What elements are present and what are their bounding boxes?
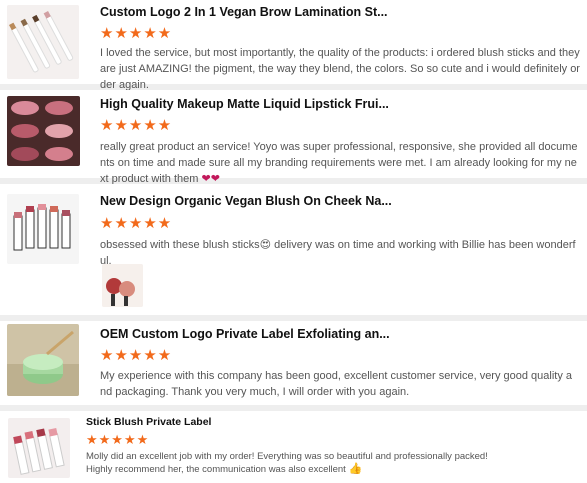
review-card: OEM Custom Logo Private Label Exfoliatin… (0, 321, 587, 405)
rating-stars: ★★★★★ (100, 117, 173, 134)
product-thumbnail[interactable] (7, 324, 79, 396)
review-photo[interactable] (102, 264, 143, 307)
review-text: I loved the service, but most importantl… (100, 47, 580, 91)
product-thumbnail[interactable] (8, 418, 70, 478)
product-title[interactable]: Stick Blush Private Label (86, 416, 211, 428)
rating-stars: ★★★★★ (100, 25, 173, 42)
review-text: My experience with this company has been… (100, 370, 573, 398)
rating-stars: ★★★★★ (100, 347, 173, 364)
rating-stars: ★★★★★ (86, 432, 150, 447)
review-list: Custom Logo 2 In 1 Vegan Brow Lamination… (0, 0, 587, 483)
review-text: obsessed with these blush sticks😍 delive… (100, 237, 578, 269)
product-title[interactable]: Custom Logo 2 In 1 Vegan Brow Lamination… (100, 5, 388, 19)
product-title[interactable]: High Quality Makeup Matte Liquid Lipstic… (100, 97, 389, 111)
review-text-body: really great product an service! Yoyo wa… (100, 141, 578, 185)
review-card: Stick Blush Private Label ★★★★★ Molly di… (0, 411, 587, 483)
product-title[interactable]: New Design Organic Vegan Blush On Cheek … (100, 194, 392, 208)
review-card: High Quality Makeup Matte Liquid Lipstic… (0, 90, 587, 185)
review-text: really great product an service! Yoyo wa… (100, 139, 578, 187)
product-title[interactable]: OEM Custom Logo Private Label Exfoliatin… (100, 327, 390, 341)
review-text: Molly did an excellent job with my order… (86, 450, 496, 476)
product-thumbnail[interactable] (7, 96, 80, 166)
product-thumbnail[interactable] (7, 5, 79, 79)
heart-eyes-emoji-icon: 😍 (259, 239, 272, 251)
product-thumbnail[interactable] (7, 194, 79, 264)
review-card: New Design Organic Vegan Blush On Cheek … (0, 184, 587, 315)
review-text-body: Molly did an excellent job with my order… (86, 451, 488, 475)
review-card: Custom Logo 2 In 1 Vegan Brow Lamination… (0, 0, 587, 91)
thumbs-up-emoji-icon: 👍 (348, 463, 363, 475)
review-text-body: obsessed with these blush sticks (100, 239, 260, 251)
rating-stars: ★★★★★ (100, 215, 173, 232)
